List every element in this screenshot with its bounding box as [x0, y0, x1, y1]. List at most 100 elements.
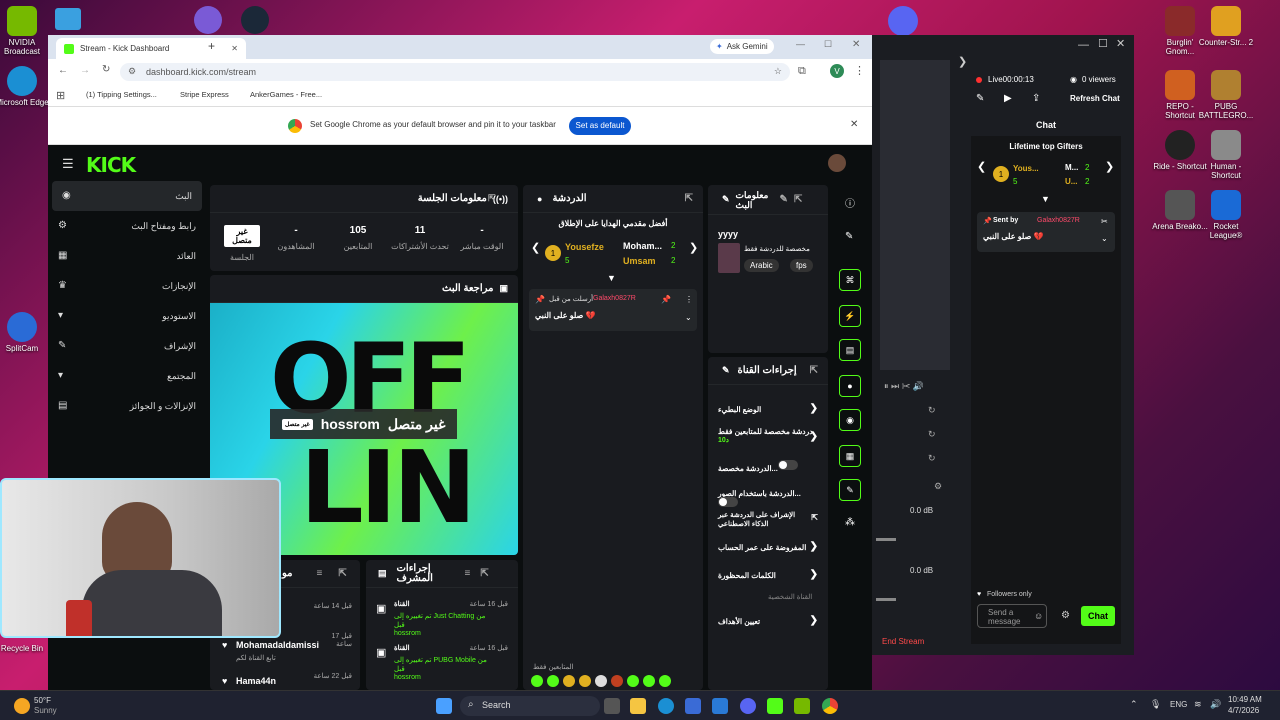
reset-icon[interactable]: ↻	[928, 429, 936, 440]
clock-date[interactable]: 4/7/2026	[1228, 706, 1259, 715]
emoji-icon[interactable]: ☺	[1034, 611, 1043, 621]
tab-kick-dashboard[interactable]: Stream - Kick Dashboard ✕	[56, 38, 246, 59]
edge-taskbar-icon[interactable]	[658, 698, 674, 714]
popout-icon[interactable]: ⇱	[685, 193, 693, 204]
edit-icon[interactable]: ✎	[780, 194, 788, 205]
expand-icon[interactable]: ▼	[1041, 194, 1050, 204]
steam-icon[interactable]	[241, 6, 269, 34]
user-avatar[interactable]	[828, 154, 846, 172]
minimize-icon[interactable]: —	[796, 39, 805, 49]
windows-start-icon[interactable]	[436, 698, 452, 714]
chevron-down-icon[interactable]: ⌄	[1101, 234, 1108, 243]
nvidia-taskbar-icon[interactable]	[794, 698, 810, 714]
back-icon[interactable]: ←	[58, 65, 68, 76]
popout-icon[interactable]: ⇱	[488, 193, 496, 204]
desktop-icon-edge[interactable]: Microsoft Edge	[0, 66, 50, 107]
emote-icon[interactable]	[563, 675, 575, 687]
popout-icon[interactable]: ⇱	[480, 568, 488, 579]
nav-achievements[interactable]: ♛ الإنجازات	[48, 271, 206, 301]
emote-icon[interactable]	[547, 675, 559, 687]
emote-icon[interactable]	[643, 675, 655, 687]
tag-chip[interactable]: fps	[790, 259, 813, 272]
bookmark-tipping[interactable]: (1) Tipping Settings...	[86, 90, 157, 99]
desktop-icon-pubg[interactable]: PUBG BATTLEGRO...	[1198, 70, 1254, 120]
emote-icon[interactable]	[595, 675, 607, 687]
action-banned-words[interactable]: الكلمات المحظورة ❯	[718, 569, 818, 580]
emote-icon[interactable]	[659, 675, 671, 687]
share-icon[interactable]: ⇪	[1032, 93, 1040, 104]
nav-studio[interactable]: ▾الاستوديو▣	[48, 301, 226, 331]
chat-message-input[interactable]: Send a message ☺	[977, 604, 1047, 628]
filter-icon[interactable]: ≡	[465, 568, 471, 579]
desktop-icon-human[interactable]: Human - Shortcut	[1198, 130, 1254, 180]
send-chat-button[interactable]: Chat	[1081, 606, 1115, 626]
action-account-age[interactable]: المفروضة على عمر الحساب ❯	[718, 541, 818, 552]
close-window-icon[interactable]: ✕	[1116, 37, 1125, 50]
action-subscribers-chat[interactable]: الدردشة مخصصة...	[718, 460, 818, 473]
desktop-icon-nvidia[interactable]: NVIDIA Broadcast	[0, 6, 50, 56]
popout-icon[interactable]: ⇱	[338, 568, 346, 579]
bookmark-star-icon[interactable]: ☆	[774, 66, 782, 77]
nav-drops[interactable]: ▤ الإنزالات و الجوائز	[48, 391, 206, 421]
action-emote-chat[interactable]: الدردشة باستخدام الصور...	[718, 489, 818, 510]
list-button[interactable]: ▦	[839, 445, 861, 467]
nav-stream-key[interactable]: ⚙ رابط ومفتاح البث	[48, 211, 206, 241]
clock-time[interactable]: 10:49 AM	[1228, 695, 1262, 704]
pencil-icon[interactable]: ✎	[976, 93, 984, 104]
profile-avatar[interactable]: V	[830, 64, 844, 78]
volume-slider-2[interactable]	[876, 598, 896, 601]
nav-moderation[interactable]: ✎ الإشراف	[48, 331, 206, 361]
subscribers-chat-toggle[interactable]	[777, 460, 798, 470]
maximize-icon[interactable]: ☐	[1098, 37, 1108, 50]
hamburger-menu-icon[interactable]: ☰	[62, 156, 74, 172]
chevron-down-icon[interactable]: ⌄	[685, 313, 692, 322]
unpin-icon[interactable]: ✂	[1101, 217, 1108, 226]
chevron-right-icon[interactable]: ❯	[958, 55, 967, 68]
reset-icon[interactable]: ↻	[928, 453, 936, 464]
desktop-icon-cs2[interactable]: Counter-Str... 2	[1198, 6, 1254, 47]
chevron-right-icon[interactable]: ❯	[1105, 160, 1114, 173]
action-followers-only[interactable]: دردشة مخصصة للمتابعين فقط 10د ❯	[718, 427, 818, 444]
action-ai-moderation[interactable]: الإشراف على الدردشة عبر الذكاء الاصطناعي…	[718, 511, 818, 529]
mail-icon[interactable]	[712, 698, 728, 714]
ask-gemini-button[interactable]: ✦ Ask Gemini	[710, 39, 774, 54]
kick-taskbar-icon[interactable]	[767, 698, 783, 714]
chevron-left-icon[interactable]: ❮	[977, 160, 986, 173]
more-options-icon[interactable]: ⋮	[685, 295, 693, 304]
chevron-right-icon[interactable]: ❯	[689, 241, 698, 254]
desktop-app-icon[interactable]	[55, 8, 81, 30]
volume-slider-1[interactable]	[876, 538, 896, 541]
nav-revenue[interactable]: ▦ العائد	[48, 241, 206, 271]
emote-icon[interactable]	[579, 675, 591, 687]
desktop-icon-rocket-league[interactable]: Rocket League®	[1198, 190, 1254, 240]
emote-icon[interactable]	[531, 675, 543, 687]
emote-chat-toggle[interactable]	[718, 497, 738, 507]
media-controls[interactable]: ⏸ ⏭ ✂ 🔊	[884, 381, 924, 392]
nav-community[interactable]: ▾ المجتمع	[48, 361, 206, 391]
refresh-chat-button[interactable]: Refresh Chat	[1070, 94, 1120, 103]
end-stream-button[interactable]: End Stream	[876, 633, 966, 651]
video-icon[interactable]: ▶	[1004, 93, 1012, 104]
notes-button[interactable]: ▤	[839, 339, 861, 361]
close-tab-icon[interactable]: ✕	[231, 44, 238, 53]
close-infobar-icon[interactable]: ✕	[850, 119, 858, 130]
extensions-icon[interactable]: ⧉	[798, 65, 806, 78]
microphone-icon[interactable]: 🎙	[1150, 699, 1161, 710]
shortcut-button[interactable]: ⌘	[839, 269, 861, 291]
minimize-icon[interactable]: —	[1078, 39, 1089, 51]
pencil-icon[interactable]: ✎	[845, 231, 853, 242]
action-set-goals[interactable]: تعيين الأهداف ❯	[718, 615, 818, 626]
lightning-button[interactable]: ⚡	[839, 305, 861, 327]
broadcast-button[interactable]: ◉	[839, 409, 861, 431]
info-icon[interactable]: ⓘ	[845, 195, 855, 210]
emote-icon[interactable]	[627, 675, 639, 687]
nav-stream[interactable]: ◉ البث	[52, 181, 202, 211]
weather-icon[interactable]	[14, 698, 30, 714]
reset-icon[interactable]: ↻	[928, 405, 936, 416]
task-view-icon[interactable]	[604, 698, 620, 714]
wifi-icon[interactable]: ≋	[1194, 699, 1202, 710]
reload-icon[interactable]: ↻	[102, 64, 110, 75]
url-input[interactable]: ⚙ dashboard.kick.com/stream ☆	[120, 63, 790, 81]
discord-taskbar-icon[interactable]	[740, 698, 756, 714]
volume-icon[interactable]: 🔊	[1210, 699, 1221, 710]
